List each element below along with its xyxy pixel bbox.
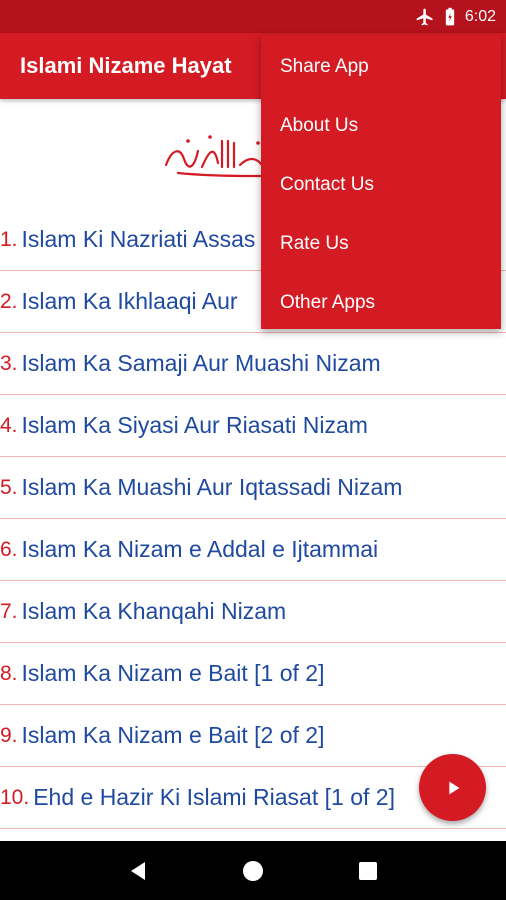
overflow-menu: Share App About Us Contact Us Rate Us Ot… (261, 36, 501, 329)
item-number: 4. (0, 413, 18, 437)
airplane-icon (415, 7, 435, 27)
item-title: Islam Ka Khanqahi Nizam (21, 598, 287, 624)
item-number: 10. (0, 785, 30, 809)
back-icon (130, 861, 145, 880)
item-title: Islam Ki Nazriati Assas (21, 226, 256, 252)
item-number: 5. (0, 475, 18, 499)
home-icon (242, 860, 263, 881)
item-number: 2. (0, 289, 18, 313)
menu-item-about-us[interactable]: About Us (261, 96, 501, 155)
item-title: Islam Ka Nizam e Bait [2 of 2] (21, 722, 325, 748)
item-number: 3. (0, 351, 18, 375)
recents-icon (359, 861, 378, 880)
battery-icon (443, 7, 457, 27)
list-item[interactable]: 8. Islam Ka Nizam e Bait [1 of 2] (0, 643, 506, 705)
item-number: 8. (0, 661, 18, 685)
home-button[interactable] (233, 851, 273, 891)
play-button[interactable] (419, 754, 486, 821)
list-item[interactable]: 9. Islam Ka Nizam e Bait [2 of 2] (0, 705, 506, 767)
item-title: Islam Ka Nizam e Bait [1 of 2] (21, 660, 325, 686)
play-icon (448, 781, 459, 794)
item-number: 6. (0, 537, 18, 561)
menu-item-contact-us[interactable]: Contact Us (261, 155, 501, 214)
recents-button[interactable] (348, 851, 388, 891)
menu-item-rate-us[interactable]: Rate Us (261, 214, 501, 273)
app-title: Islami Nizame Hayat (20, 53, 232, 78)
item-number: 7. (0, 599, 18, 623)
item-number: 9. (0, 723, 18, 747)
navigation-bar (0, 841, 506, 900)
list-item[interactable]: 3. Islam Ka Samaji Aur Muashi Nizam (0, 333, 506, 395)
item-title: Islam Ka Samaji Aur Muashi Nizam (21, 350, 381, 376)
item-title: Islam Ka Siyasi Aur Riasati Nizam (21, 412, 368, 438)
list-item[interactable]: 6. Islam Ka Nizam e Addal e Ijtammai (0, 519, 506, 581)
list-item[interactable] (0, 829, 506, 841)
item-title: Ehd e Hazir Ki Islami Riasat [1 of 2] (33, 784, 395, 810)
item-number: 1. (0, 227, 18, 251)
menu-item-share-app[interactable]: Share App (261, 37, 501, 96)
item-title: Islam Ka Nizam e Addal e Ijtammai (21, 536, 379, 562)
item-title: Islam Ka Ikhlaaqi Aur (21, 288, 238, 314)
list-item[interactable]: 4. Islam Ka Siyasi Aur Riasati Nizam (0, 395, 506, 457)
item-title: Islam Ka Muashi Aur Iqtassadi Nizam (21, 474, 403, 500)
status-bar: 6:02 (0, 0, 506, 33)
back-button[interactable] (118, 851, 158, 891)
status-time: 6:02 (464, 7, 496, 25)
list-item[interactable]: 5. Islam Ka Muashi Aur Iqtassadi Nizam (0, 457, 506, 519)
menu-item-other-apps[interactable]: Other Apps (261, 273, 501, 332)
list-item[interactable]: 7. Islam Ka Khanqahi Nizam (0, 581, 506, 643)
